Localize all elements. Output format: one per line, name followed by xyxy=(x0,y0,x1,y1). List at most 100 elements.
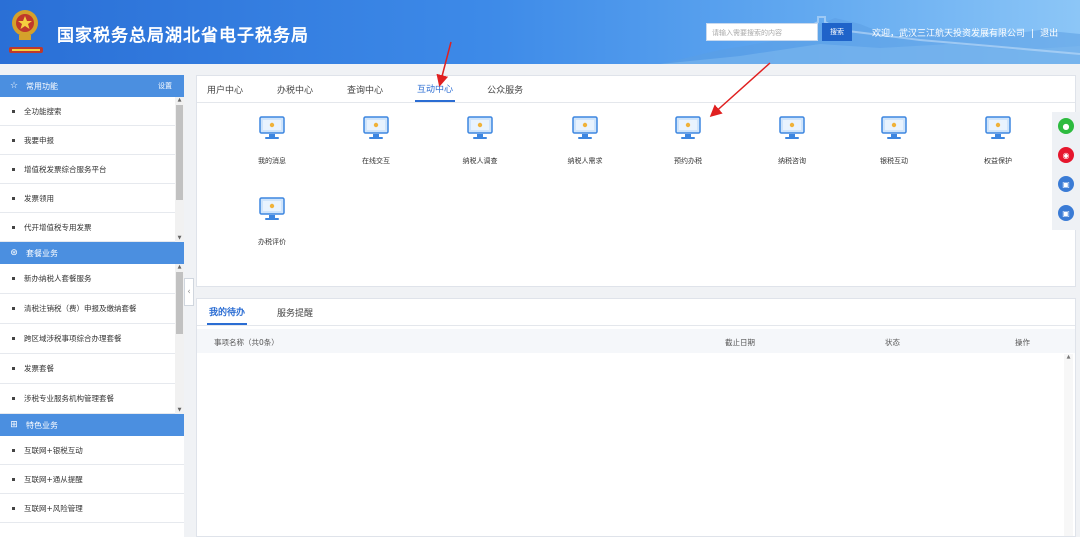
column-deadline: 截止日期 xyxy=(725,338,755,347)
sidebar-item[interactable]: 清税注销税（费）申报及缴纳套餐 xyxy=(0,294,184,324)
app-title: 国家税务总局湖北省电子税务局 xyxy=(57,26,309,46)
service-item[interactable]: 银税互动 xyxy=(844,116,944,166)
star-icon: ☆ xyxy=(9,81,19,91)
bullet-icon xyxy=(12,367,15,370)
monitor-icon xyxy=(948,116,1048,142)
sidebar-item[interactable]: 新办纳税人套餐服务 xyxy=(0,264,184,294)
bullet-icon xyxy=(12,109,15,113)
main-tabs: 用户中心 办税中心 查询中心 互动中心 公众服务 xyxy=(197,76,1075,103)
tab-interaction-center[interactable]: 互动中心 xyxy=(415,82,456,102)
scrollbar-thumb[interactable] xyxy=(176,272,183,334)
tax-emblem-icon xyxy=(12,10,38,40)
scroll-up-icon[interactable]: ▲ xyxy=(1065,354,1072,361)
wechat-icon[interactable]: ● xyxy=(1058,118,1074,134)
search-input[interactable]: 请输入需要搜索的内容 xyxy=(706,23,818,41)
service-label: 在线交互 xyxy=(362,157,390,165)
sidebar: ☆ 常用功能 设置 全功能搜索 我要申报 增值税发票综合服务平台 发票领用 代开… xyxy=(0,75,184,537)
scroll-down-icon[interactable]: ▼ xyxy=(176,407,183,414)
scroll-up-icon[interactable]: ▲ xyxy=(176,264,183,271)
welcome-text: 欢迎，武汉三江航天投资发展有限公司 xyxy=(872,29,1026,39)
grid-icon: ⊞ xyxy=(10,420,18,430)
service-item[interactable]: 预约办税 xyxy=(638,116,738,166)
scrollbar-thumb[interactable] xyxy=(176,105,183,200)
sidebar-collapse-button[interactable]: ‹ xyxy=(184,278,194,306)
sidebar-item[interactable]: 代开增值税专用发票 xyxy=(0,213,184,242)
service-label: 纳税咨询 xyxy=(778,157,806,165)
sidebar-item-label: 我要申报 xyxy=(24,135,54,145)
sidebar-section-title: 特色业务 xyxy=(26,420,58,430)
monitor-icon xyxy=(326,116,426,142)
sidebar-item-label: 跨区域涉税事项综合办理套餐 xyxy=(24,334,122,343)
monitor-icon xyxy=(844,116,944,142)
tab-service-reminder[interactable]: 服务提醒 xyxy=(275,306,315,325)
sidebar-item-label: 互联网+银税互动 xyxy=(24,445,83,455)
service-item[interactable]: 纳税人调查 xyxy=(430,116,530,166)
sidebar-item[interactable]: 发票套餐 xyxy=(0,354,184,384)
tab-my-todo[interactable]: 我的待办 xyxy=(207,305,248,325)
header-banner: 国家税务总局湖北省电子税务局 请输入需要搜索的内容 搜索 欢迎，武汉三江航天投资… xyxy=(0,0,1080,64)
service-item[interactable]: 纳税人需求 xyxy=(535,116,635,166)
service-item[interactable]: 在线交互 xyxy=(326,116,426,166)
sidebar-section-title: 套餐业务 xyxy=(26,248,58,258)
scroll-down-icon[interactable]: ▼ xyxy=(176,235,183,242)
bullet-icon xyxy=(12,277,15,280)
service-item[interactable]: 办税评价 xyxy=(222,197,322,247)
service-label: 我的消息 xyxy=(258,157,286,165)
service-label: 纳税人调查 xyxy=(462,157,498,165)
sidebar-item[interactable]: 发票领用 xyxy=(0,184,184,213)
sidebar-scrollbar[interactable]: ▲ ▼ xyxy=(175,264,184,414)
sidebar-item[interactable]: 增值税发票综合服务平台 xyxy=(0,155,184,184)
logout-link[interactable]: 退出 xyxy=(1040,29,1058,39)
sidebar-item[interactable]: 跨区域涉税事项综合办理套餐 xyxy=(0,324,184,354)
monitor-icon xyxy=(535,116,635,142)
sidebar-item[interactable]: 互联网+银税互动 xyxy=(0,436,184,465)
sidebar-item[interactable]: 互联网+风险管理 xyxy=(0,494,184,523)
sidebar-section-common[interactable]: ☆ 常用功能 设置 xyxy=(0,75,184,97)
app-icon[interactable]: ▣ xyxy=(1058,176,1074,192)
service-panel: 用户中心 办税中心 查询中心 互动中心 公众服务 我的消息 在线交互 纳税人调查 纳税… xyxy=(196,75,1076,287)
service-label: 权益保护 xyxy=(984,157,1012,165)
tab-query-center[interactable]: 查询中心 xyxy=(345,83,397,102)
bullet-icon xyxy=(12,506,15,510)
sidebar-section-special[interactable]: ⊞ 特色业务 xyxy=(0,414,184,436)
tab-public-service[interactable]: 公众服务 xyxy=(485,83,537,102)
search-button[interactable]: 搜索 xyxy=(822,23,852,41)
bullet-icon xyxy=(12,307,15,310)
settings-link[interactable]: 设置 xyxy=(158,81,172,91)
service-item[interactable]: 权益保护 xyxy=(948,116,1048,166)
service-label: 办税评价 xyxy=(258,238,286,246)
sidebar-item-label: 发票领用 xyxy=(24,193,54,203)
weibo-icon[interactable]: ◉ xyxy=(1058,147,1074,163)
sidebar-item[interactable]: 我要申报 xyxy=(0,126,184,155)
sidebar-section-title: 常用功能 xyxy=(26,81,58,91)
app-icon-2[interactable]: ▣ xyxy=(1058,205,1074,221)
sidebar-item[interactable]: 全功能搜索 xyxy=(0,97,184,126)
column-status: 状态 xyxy=(885,338,900,347)
bullet-icon xyxy=(12,448,15,452)
bullet-icon xyxy=(12,477,15,481)
tab-tax-center[interactable]: 办税中心 xyxy=(275,83,327,102)
sidebar-item-label: 全功能搜索 xyxy=(24,106,62,116)
tab-user-center[interactable]: 用户中心 xyxy=(205,83,257,102)
sidebar-item[interactable]: 互联网+通从提醒 xyxy=(0,465,184,494)
service-label: 预约办税 xyxy=(674,157,702,165)
bullet-icon xyxy=(12,397,15,400)
service-label: 银税互动 xyxy=(880,157,908,165)
sidebar-item-label: 增值税发票综合服务平台 xyxy=(24,164,107,174)
todo-tabs: 我的待办 服务提醒 xyxy=(197,299,1075,326)
sidebar-item[interactable]: 涉税专业服务机构管理套餐 xyxy=(0,384,184,414)
bullet-icon xyxy=(12,225,15,229)
scroll-up-icon[interactable]: ▲ xyxy=(176,97,183,104)
service-item[interactable]: 我的消息 xyxy=(222,116,322,166)
service-item[interactable]: 纳税咨询 xyxy=(742,116,842,166)
sidebar-item-label: 互联网+通从提醒 xyxy=(24,474,83,484)
monitor-icon xyxy=(638,116,738,142)
sidebar-scrollbar[interactable]: ▲ ▼ xyxy=(175,97,184,242)
monitor-icon xyxy=(430,116,530,142)
service-label: 纳税人需求 xyxy=(567,157,603,165)
table-scrollbar[interactable]: ▲ xyxy=(1064,354,1073,536)
todo-table-header: 事项名称（共0条） 截止日期 状态 操作 xyxy=(197,329,1075,353)
bullet-icon xyxy=(12,196,15,200)
sidebar-item-label: 代开增值税专用发票 xyxy=(24,222,92,232)
sidebar-section-package[interactable]: ⊛ 套餐业务 xyxy=(0,242,184,264)
